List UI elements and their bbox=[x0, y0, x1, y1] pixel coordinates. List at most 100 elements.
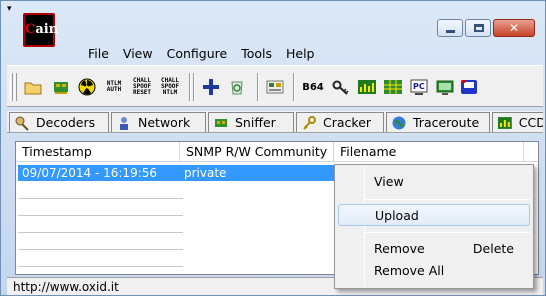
menu-item-label: Remove bbox=[374, 241, 425, 256]
menu-item-label: Upload bbox=[375, 208, 419, 223]
ntlm-auth-button[interactable]: NTLM AUTH bbox=[101, 75, 127, 99]
toolbar-separator bbox=[193, 73, 195, 101]
tab-decoders[interactable]: Decoders bbox=[9, 112, 109, 132]
pc-icon: PC bbox=[410, 79, 428, 95]
chall-spoof-ntlm-label: CHALL SPOOF NTLM bbox=[160, 77, 180, 96]
tab-cracker[interactable]: Cracker bbox=[296, 112, 384, 132]
cracker-key-icon bbox=[303, 115, 316, 130]
tab-ccdu-label: CCDU bbox=[518, 115, 543, 130]
decoders-icon bbox=[15, 116, 29, 131]
menu-file[interactable]: File bbox=[81, 46, 116, 62]
chart-green-icon bbox=[358, 80, 376, 94]
globe-icon bbox=[392, 116, 406, 129]
svg-text:PC: PC bbox=[413, 82, 425, 91]
minimize-button[interactable] bbox=[437, 19, 463, 37]
tab-ccdu[interactable]: CCDU bbox=[492, 112, 543, 132]
close-icon: ✕ bbox=[508, 21, 520, 35]
menu-separator bbox=[365, 232, 530, 233]
maximize-button[interactable] bbox=[465, 19, 491, 37]
tab-bar: Decoders Network Sniffer Cracker Tracero… bbox=[7, 111, 543, 133]
pc-button[interactable]: PC bbox=[409, 75, 429, 99]
routing-button[interactable] bbox=[265, 75, 285, 99]
menu-bar: File View Configure Tools Help bbox=[81, 46, 321, 62]
lm-hash-button[interactable] bbox=[357, 75, 377, 99]
menu-item-remove[interactable]: Remove Delete bbox=[338, 238, 530, 260]
context-menu: View Upload Remove Delete Remove All bbox=[334, 164, 534, 289]
cain-logo: Cain bbox=[23, 13, 58, 47]
menu-item-remove-all[interactable]: Remove All bbox=[338, 260, 530, 282]
menu-item-label: View bbox=[374, 174, 404, 189]
menu-configure[interactable]: Configure bbox=[160, 46, 235, 62]
column-filename[interactable]: Filename bbox=[334, 142, 524, 162]
maximize-icon bbox=[474, 24, 484, 32]
screen-button[interactable] bbox=[435, 75, 455, 99]
key-icon bbox=[332, 80, 349, 95]
menu-separator bbox=[365, 199, 530, 200]
toolbar-separator bbox=[189, 73, 191, 101]
disk-icon bbox=[461, 80, 477, 94]
menu-help[interactable]: Help bbox=[279, 46, 322, 62]
sniffer-icon bbox=[215, 118, 227, 127]
system-menu-icon[interactable]: ▾ bbox=[7, 5, 15, 14]
folder-icon bbox=[24, 82, 42, 95]
menu-tools[interactable]: Tools bbox=[234, 46, 279, 62]
grid-green-icon bbox=[384, 80, 402, 94]
cell-timestamp: 09/07/2014 - 16:19:56 bbox=[22, 166, 158, 180]
tab-traceroute[interactable]: Traceroute bbox=[386, 112, 490, 132]
start-apr-button[interactable] bbox=[77, 75, 97, 99]
menu-item-view[interactable]: View bbox=[338, 171, 530, 193]
lsa-secrets-button[interactable] bbox=[331, 75, 351, 99]
row-divider bbox=[18, 266, 183, 267]
main-window: ▾ Cain ✕ File View Configure Tools Help … bbox=[0, 0, 546, 296]
open-folder-button[interactable] bbox=[23, 75, 43, 99]
ccdu-chart-icon bbox=[497, 116, 512, 129]
tab-traceroute-label: Traceroute bbox=[413, 115, 480, 130]
menu-item-shortcut: Delete bbox=[472, 241, 514, 256]
network-card-icon bbox=[266, 80, 284, 94]
toolbar-grip[interactable] bbox=[10, 73, 13, 101]
toolbar-grip[interactable] bbox=[14, 73, 17, 101]
close-button[interactable]: ✕ bbox=[493, 19, 535, 37]
row-divider bbox=[18, 249, 183, 250]
plus-icon bbox=[203, 79, 219, 95]
base64-icon: B64 bbox=[302, 81, 324, 93]
menu-item-label: Remove All bbox=[374, 263, 445, 278]
disk-button[interactable] bbox=[459, 75, 479, 99]
chall-spoof-reset-button[interactable]: CHALL SPOOF RESET bbox=[129, 75, 155, 99]
row-divider bbox=[18, 215, 183, 216]
window-controls: ✕ bbox=[437, 19, 535, 37]
tab-network-label: Network bbox=[138, 115, 191, 130]
monitor-icon bbox=[436, 80, 454, 95]
list-header: Timestamp SNMP R/W Community Filename bbox=[16, 142, 538, 162]
recycle-button[interactable] bbox=[227, 75, 247, 99]
ntlm-auth-label: NTLM AUTH bbox=[106, 80, 122, 93]
toolbar-separator bbox=[293, 73, 295, 101]
table-row[interactable]: 09/07/2014 - 16:19:56 private bbox=[18, 165, 336, 181]
tab-network[interactable]: Network bbox=[111, 112, 206, 132]
recycle-bin-icon bbox=[231, 81, 243, 95]
network-icon bbox=[120, 116, 128, 130]
base64-button[interactable]: B64 bbox=[301, 75, 325, 99]
start-sniffer-button[interactable] bbox=[51, 75, 71, 99]
tab-decoders-label: Decoders bbox=[36, 115, 96, 130]
status-url[interactable]: http://www.oxid.it bbox=[13, 279, 119, 295]
menu-item-upload[interactable]: Upload bbox=[338, 204, 530, 226]
column-timestamp[interactable]: Timestamp bbox=[16, 142, 180, 162]
column-snmp-community[interactable]: SNMP R/W Community bbox=[180, 142, 334, 162]
add-button[interactable] bbox=[201, 75, 221, 99]
toolbar: NTLM AUTH CHALL SPOOF RESET CHALL SPOOF … bbox=[7, 65, 543, 107]
tab-sniffer[interactable]: Sniffer bbox=[208, 112, 294, 132]
row-divider bbox=[18, 232, 183, 233]
menu-view[interactable]: View bbox=[116, 46, 160, 62]
md5-button[interactable] bbox=[383, 75, 403, 99]
cell-community: private bbox=[184, 166, 227, 180]
tab-cracker-label: Cracker bbox=[323, 115, 372, 130]
radiation-icon bbox=[78, 78, 96, 96]
tab-sniffer-label: Sniffer bbox=[235, 115, 276, 130]
toolbar-separator bbox=[257, 73, 259, 101]
chall-spoof-ntlm-button[interactable]: CHALL SPOOF NTLM bbox=[157, 75, 183, 99]
chall-spoof-reset-label: CHALL SPOOF RESET bbox=[132, 77, 152, 96]
sniffer-card-icon bbox=[54, 82, 68, 94]
minimize-icon bbox=[446, 30, 455, 33]
row-divider bbox=[18, 198, 183, 199]
